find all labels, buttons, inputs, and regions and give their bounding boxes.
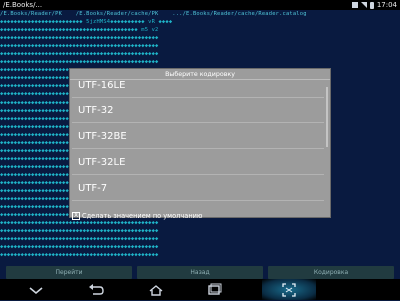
default-checkbox-label: Сделать значением по умолчанию bbox=[82, 212, 203, 220]
nav-down-icon[interactable] bbox=[28, 282, 44, 296]
dialog-scrollbar[interactable] bbox=[326, 87, 328, 147]
encoding-item[interactable]: UTF-16LE bbox=[72, 81, 324, 98]
status-bar: /E.Books/... 17:04 bbox=[0, 0, 400, 10]
status-time: 17:04 bbox=[376, 1, 397, 9]
home-icon[interactable] bbox=[148, 282, 164, 296]
bluetooth-icon bbox=[351, 2, 358, 8]
encoding-dialog: Выберите кодировку UTF-16LE UTF-32 UTF-3… bbox=[69, 68, 331, 218]
reader-text-line: ◆◆◆◆◆◆◆◆◆◆◆◆◆◆◆◆◆◆◆◆◆◆◆◆◆◆◆◆◆◆◆◆◆◆◆◆◆◆◆◆… bbox=[0, 27, 159, 34]
reader-text-line: ◆◆◆◆◆◆◆◆◆◆◆◆◆◆◆◆◆◆◆◆◆◆◆◆◆◆◆◆◆◆◆◆◆◆◆◆◆◆◆◆… bbox=[0, 51, 159, 58]
reader-text-line: ◆◆◆◆◆◆◆◆◆◆◆◆◆◆◆◆◆◆◆◆◆◆◆◆◆◆◆◆◆◆◆◆◆◆◆◆◆◆◆◆… bbox=[0, 43, 159, 50]
encoding-item[interactable]: UTF-32 bbox=[72, 98, 324, 123]
encoding-item[interactable]: UTF-32LE bbox=[72, 150, 324, 175]
reader-text-line: ◆◆◆◆◆◆◆◆◆◆◆◆◆◆◆◆◆◆◆◆◆◆◆◆◆◆◆◆◆◆◆◆◆◆◆◆◆◆◆◆… bbox=[0, 59, 159, 66]
battery-icon bbox=[369, 1, 374, 9]
wifi-icon bbox=[360, 2, 367, 8]
reader-text-line: ◆◆◆◆◆◆◆◆◆◆◆◆◆◆◆◆◆◆◆◆◆◆◆◆◆◆◆◆◆◆◆◆◆◆◆◆◆◆◆◆… bbox=[0, 35, 159, 42]
dialog-title: Выберите кодировку bbox=[70, 69, 330, 80]
recent-apps-icon[interactable] bbox=[206, 282, 222, 296]
reader-text-line: /E.Books/Reader/PK /E.Books/Reader/cache… bbox=[0, 11, 307, 17]
encoding-item[interactable]: UTF-7 bbox=[72, 176, 324, 201]
reader-text-line: ◆◆◆◆◆◆◆◆◆◆◆◆◆◆◆◆◆◆◆◆◆◆◆◆ 5jzHMS4◆◆◆◆◆◆◆◆… bbox=[0, 19, 173, 26]
encoding-list[interactable]: UTF-16LE UTF-32 UTF-32BE UTF-32LE UTF-7 bbox=[72, 81, 328, 277]
screenshot-button[interactable] bbox=[262, 279, 316, 300]
back-icon[interactable] bbox=[88, 282, 104, 296]
navigation-bar bbox=[0, 279, 400, 300]
default-checkbox-row[interactable]: X Сделать значением по умолчанию bbox=[72, 211, 202, 221]
status-bar-left-text: /E.Books/... bbox=[3, 1, 43, 9]
screenshot-icon bbox=[281, 282, 297, 297]
default-checkbox[interactable]: X bbox=[72, 212, 80, 220]
encoding-item[interactable]: UTF-32BE bbox=[72, 124, 324, 149]
status-bar-right: 17:04 bbox=[351, 0, 397, 10]
